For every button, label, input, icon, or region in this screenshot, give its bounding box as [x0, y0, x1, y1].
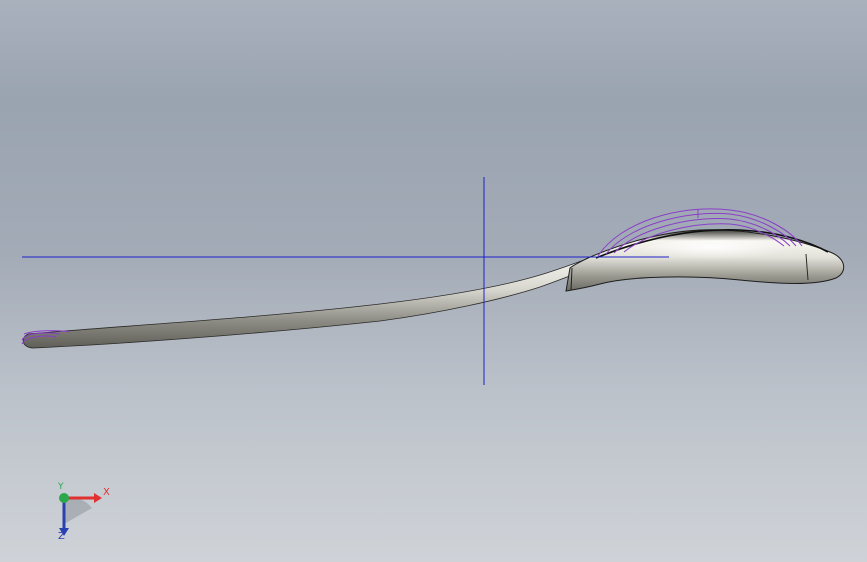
graphics-viewport[interactable]: X Y Z	[0, 0, 867, 562]
triad-x-label: X	[103, 487, 110, 498]
bowl-highlight	[640, 240, 800, 264]
spoon-handle[interactable]	[22, 257, 601, 349]
triad-z-label: Z	[58, 531, 65, 542]
triad-y-label: Y	[58, 482, 64, 492]
coordinate-triad: X Y Z	[44, 478, 114, 548]
model-scene[interactable]	[0, 0, 867, 562]
